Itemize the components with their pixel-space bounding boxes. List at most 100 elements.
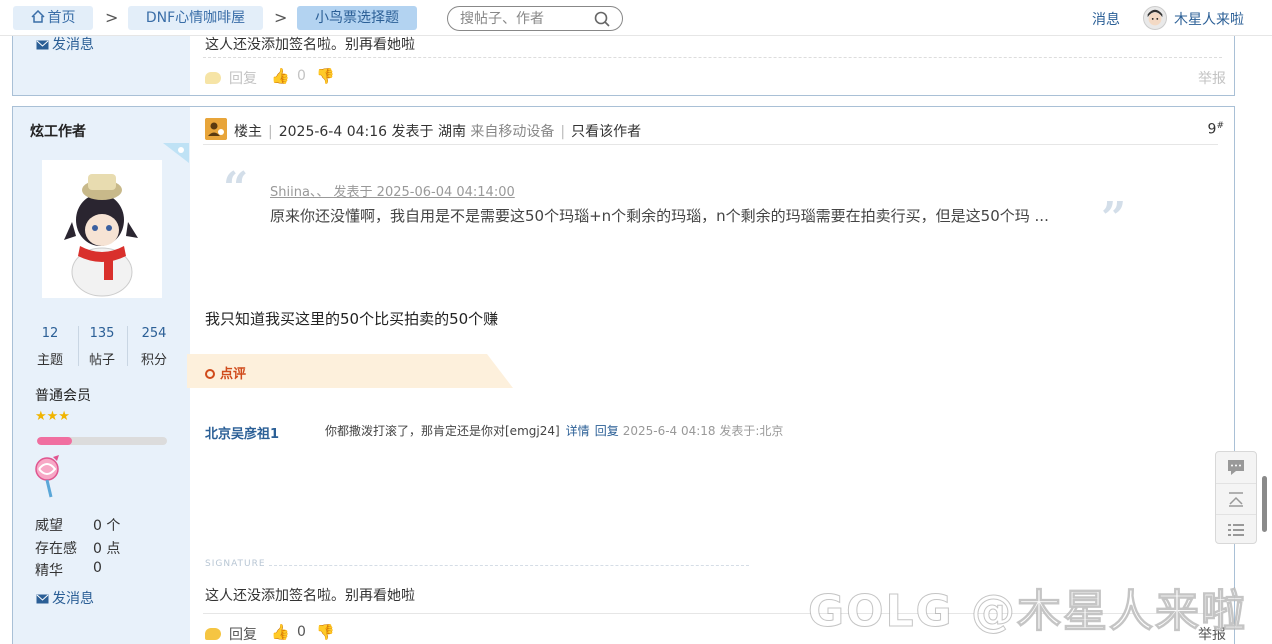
breadcrumb-section[interactable]: DNF心情咖啡屋 [128,6,263,30]
comment-user[interactable]: 北京吴彦祖1 [205,423,279,442]
chat-bubble-icon [1228,460,1244,475]
star-rating-icon: ★★★ [35,409,70,424]
post-meta: 楼主 | 2025-6-4 04:16 发表于 湖南 来自移动设备 | 只看该作者 [234,121,641,141]
search-input[interactable] [460,10,590,28]
previous-post: 发消息 这人还没添加签名啦。别再看她啦 回复 👍 0 👎 举报 [12,34,1235,96]
back-to-top-button[interactable] [1216,483,1256,513]
like-button[interactable]: 👍 [271,67,290,85]
comment-text: 你都撒泼打滚了，那肯定还是你对[emgj24] [325,424,560,438]
floor-mark: # [1216,121,1224,131]
dislike-button[interactable]: 👎 [316,623,335,641]
signature-text: 这人还没添加签名啦。别再看她啦 [205,37,415,53]
floating-toolbar [1215,451,1257,544]
attr-key: 威望 [35,518,63,534]
only-author-link[interactable]: 只看该作者 [571,124,641,140]
reply-button[interactable]: 回复 [205,624,257,644]
divider [269,565,749,566]
back-to-list-button[interactable] [1216,514,1256,544]
stat-points-label: 积分 [140,353,167,368]
author-name[interactable]: 炫工作者 [30,121,86,141]
send-message-label: 发消息 [52,591,94,607]
breadcrumb-home[interactable]: 首页 [13,6,93,30]
search-icon[interactable] [594,11,610,27]
breadcrumb-current[interactable]: 小鸟票选择题 [297,6,417,30]
post-datetime: 2025-6-4 04:16 [278,124,388,140]
author-avatar[interactable] [42,160,162,298]
posted-in-label: 发表于 [391,124,434,140]
like-button[interactable]: 👍 [271,623,290,641]
signature-label: SIGNATURE [205,559,266,569]
device-label: 来自移动设备 [470,124,555,140]
breadcrumb-home-label: 首页 [47,10,76,26]
scrollbar-thumb[interactable] [1262,476,1267,532]
attr-essence: 精华 0 [35,560,102,580]
stat-threads-value[interactable]: 12 [30,326,70,341]
home-icon [30,10,45,23]
divider: | [268,124,273,140]
comment-detail-link[interactable]: 详情 [566,424,590,438]
messages-link[interactable]: 消息 [1092,9,1120,29]
quick-reply-button[interactable] [1216,452,1256,482]
stat-threads-label: 主题 [36,353,63,368]
signature-text: 这人还没添加签名啦。别再看她啦 [205,588,415,604]
quote-header[interactable]: Shiina、、 发表于 2025-06-04 04:14:00 [270,181,515,200]
reply-label: 回复 [229,627,257,643]
comment-row: 你都撒泼打滚了，那肯定还是你对[emgj24] 详情 回复 2025-6-4 04:1… [325,422,783,439]
divider [127,326,128,366]
user-rank[interactable]: 普通会员 [35,385,91,405]
attr-prestige: 威望 0 个 [35,515,120,535]
mail-icon [36,594,49,604]
stat-posts-value[interactable]: 135 [82,326,122,341]
watermark: GOLG @木星人来啦 [808,586,1247,638]
post-location: 湖南 [437,124,466,140]
divider: | [560,124,566,140]
thumbs-down-icon: 👎 [316,67,335,85]
thumbs-up-icon: 👍 [271,623,290,641]
divider [203,57,1222,58]
send-message-link[interactable]: 发消息 [36,588,94,608]
role-label: 楼主 [234,124,262,140]
divider [78,326,79,366]
rank-progress-bar [37,437,167,445]
attr-value: 0 [93,560,102,576]
owner-badge-icon [205,118,227,140]
circle-icon [205,369,215,379]
ribbon-corner-icon [163,143,189,163]
chevron-right-icon: > [274,8,288,27]
reply-icon [205,628,221,640]
thumbs-down-icon: 👎 [316,623,335,641]
comment-section-text: 点评 [220,367,247,382]
post-content: 我只知道我买这里的50个比买拍卖的50个赚 [205,310,499,328]
floor-number[interactable]: 9# [1208,121,1224,138]
reply-button[interactable]: 回复 [205,68,257,88]
list-icon [1228,524,1244,536]
quote-body: 原来你还没懂啊，我自用是不是需要这50个玛瑙+n个剩余的玛瑙，n个剩余的玛瑙需要… [270,207,1049,225]
attr-value: 0 个 [93,518,121,534]
send-message-link[interactable]: 发消息 [36,34,94,54]
top-nav: 首页 > DNF心情咖啡屋 > 小鸟票选择题 消息 木星人来啦 [0,0,1272,36]
stat-points-value[interactable]: 254 [134,326,174,341]
comment-time: 2025-6-4 04:18 发表于:北京 [622,424,784,438]
dislike-button[interactable]: 👎 [316,67,335,85]
thumbs-up-icon: 👍 [271,67,290,85]
lollipop-medal-icon[interactable] [33,455,63,499]
forum-post: 炫工作者 12 主题 135 帖子 254 积分 普通会员 ★★★ 威望 0 个… [12,106,1235,644]
attr-presence: 存在感 0 点 [35,538,120,558]
user-avatar[interactable] [1143,6,1167,30]
attr-value: 0 点 [93,541,121,557]
avatar-face-icon [1147,9,1163,26]
report-link[interactable]: 举报 [1198,68,1226,88]
quote-close-icon: ” [1101,193,1127,244]
comment-reply-link[interactable]: 回复 [595,424,619,438]
search-box [447,6,623,31]
avatar-image [42,160,162,298]
username-link[interactable]: 木星人来啦 [1174,9,1244,29]
attr-key: 存在感 [35,541,77,557]
divider [203,144,1218,145]
comment-section-label: 点评 [205,363,246,382]
reply-icon [205,72,221,84]
chevron-right-icon: > [105,8,119,27]
arrow-up-icon [1229,492,1243,507]
reply-label: 回复 [229,71,257,87]
rank-progress-fill [37,437,73,445]
